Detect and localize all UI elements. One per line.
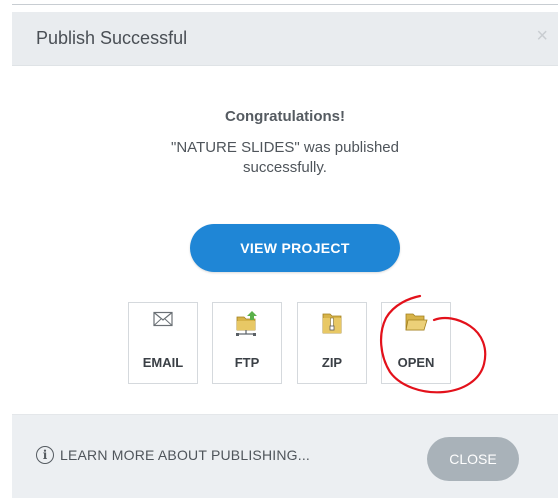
publish-message: "NATURE SLIDES" was published successful… — [171, 139, 399, 176]
congrats-heading: Congratulations! — [225, 108, 345, 125]
zip-option[interactable]: ZIP — [297, 302, 367, 384]
ftp-folder-icon — [213, 311, 281, 341]
email-option-label: EMAIL — [142, 355, 184, 370]
zip-folder-icon — [298, 311, 366, 341]
publish-dialog: Publish Successful × Congratulations! "N… — [0, 0, 558, 498]
zip-option-label: ZIP — [321, 355, 343, 370]
dialog-titlebar: Publish Successful × — [12, 12, 558, 66]
dialog-footer: i LEARN MORE ABOUT PUBLISHING... CLOSE — [12, 415, 558, 498]
learn-more-link[interactable]: i LEARN MORE ABOUT PUBLISHING... — [36, 446, 310, 464]
ftp-option[interactable]: FTP — [212, 302, 282, 384]
close-icon[interactable]: × — [536, 26, 548, 46]
close-button[interactable]: CLOSE — [427, 437, 519, 481]
view-project-button[interactable]: VIEW PROJECT — [190, 224, 400, 272]
envelope-icon — [129, 311, 197, 341]
top-divider — [12, 4, 558, 5]
open-option[interactable]: OPEN — [381, 302, 451, 384]
open-option-label: OPEN — [397, 355, 435, 370]
email-option[interactable]: EMAIL — [128, 302, 198, 384]
open-folder-icon — [382, 311, 450, 341]
dialog-title: Publish Successful — [36, 28, 188, 48]
learn-more-label: LEARN MORE ABOUT PUBLISHING... — [60, 447, 311, 463]
info-icon: i — [36, 446, 54, 464]
ftp-option-label: FTP — [234, 355, 260, 370]
